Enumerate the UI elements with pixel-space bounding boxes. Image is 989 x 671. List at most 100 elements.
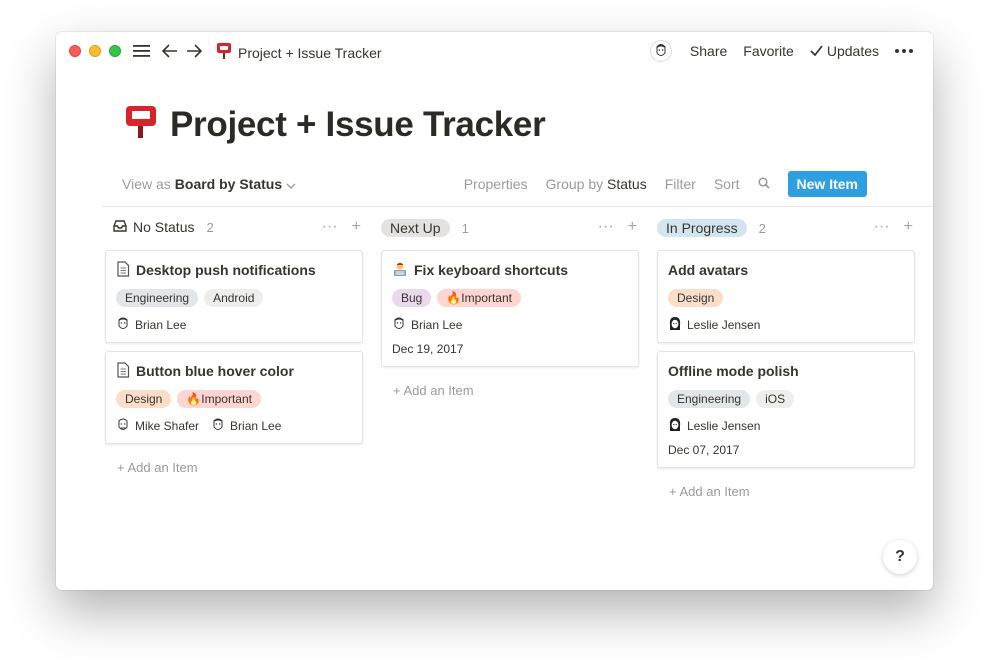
sort-button[interactable]: Sort bbox=[714, 176, 740, 192]
toolbar-divider bbox=[102, 206, 933, 207]
group-by-label: Group by bbox=[545, 176, 604, 192]
page-icon bbox=[116, 361, 130, 381]
filter-button[interactable]: Filter bbox=[665, 176, 696, 192]
tag-android: Android bbox=[204, 289, 264, 307]
share-button[interactable]: Share bbox=[690, 43, 727, 59]
tag-important: 🔥Important bbox=[437, 289, 521, 307]
more-options-icon[interactable] bbox=[895, 49, 913, 53]
column-name: No Status bbox=[133, 219, 195, 235]
column-name: In Progress bbox=[657, 219, 747, 237]
card-title: Add avatars bbox=[668, 262, 749, 278]
breadcrumb[interactable]: Project + Issue Tracker bbox=[216, 42, 382, 63]
tag-design: Design bbox=[116, 390, 172, 408]
column-count: 2 bbox=[758, 220, 766, 236]
card-title: Desktop push notifications bbox=[136, 262, 316, 278]
new-item-button[interactable]: New Item bbox=[787, 171, 867, 197]
avatar bbox=[668, 417, 682, 436]
column-count: 2 bbox=[206, 219, 214, 235]
card-title: Button blue hover color bbox=[136, 363, 294, 379]
updates-label: Updates bbox=[826, 43, 879, 59]
back-arrow-icon[interactable] bbox=[160, 41, 180, 61]
person-name: Leslie Jensen bbox=[687, 318, 761, 332]
person-name: Brian Lee bbox=[230, 419, 282, 433]
person: Mike Shafer bbox=[116, 417, 199, 436]
chevron-down-icon bbox=[286, 176, 296, 192]
plus-icon[interactable]: + bbox=[352, 218, 361, 236]
person-name: Brian Lee bbox=[411, 318, 463, 332]
person: Brian Lee bbox=[116, 316, 186, 335]
avatar bbox=[116, 417, 130, 436]
breadcrumb-title: Project + Issue Tracker bbox=[238, 44, 382, 61]
more-options-icon[interactable]: ··· bbox=[874, 218, 890, 236]
zoom-window-button[interactable] bbox=[109, 45, 121, 57]
add-item-button[interactable]: + Add an Item bbox=[393, 383, 474, 398]
add-item-button[interactable]: + Add an Item bbox=[669, 484, 750, 499]
updates-button[interactable]: Updates bbox=[810, 43, 879, 59]
user-avatar[interactable] bbox=[649, 40, 672, 62]
person-name: Leslie Jensen bbox=[687, 419, 761, 433]
more-options-icon[interactable]: ··· bbox=[322, 218, 338, 236]
tag-bug: Bug bbox=[392, 289, 432, 307]
board-card[interactable]: Fix keyboard shortcuts Bug 🔥Important Br… bbox=[381, 250, 639, 367]
board-card[interactable]: Desktop push notifications Engineering A… bbox=[105, 250, 363, 343]
page-title[interactable]: Project + Issue Tracker bbox=[170, 105, 546, 145]
avatar bbox=[116, 316, 130, 335]
view-as-label: View as bbox=[122, 176, 171, 192]
tag-engineering: Engineering bbox=[116, 289, 199, 307]
search-icon[interactable] bbox=[757, 176, 770, 192]
person: Brian Lee bbox=[392, 316, 462, 335]
person: Leslie Jensen bbox=[668, 316, 760, 335]
person: Leslie Jensen bbox=[668, 417, 760, 436]
favorite-button[interactable]: Favorite bbox=[743, 43, 794, 59]
checkmark-icon bbox=[810, 43, 823, 59]
minimize-window-button[interactable] bbox=[89, 45, 101, 57]
hamburger-menu-icon[interactable] bbox=[132, 41, 152, 61]
view-name: Board by Status bbox=[174, 176, 283, 192]
help-button[interactable]: ? bbox=[883, 540, 917, 574]
tag-engineering: Engineering bbox=[668, 390, 751, 408]
person-name: Mike Shafer bbox=[135, 419, 200, 433]
technologist-icon bbox=[392, 261, 408, 280]
column-header: No Status 2 ··· + bbox=[105, 218, 365, 240]
avatar bbox=[392, 316, 406, 335]
mailbox-icon bbox=[216, 42, 232, 63]
card-date: Dec 07, 2017 bbox=[668, 443, 740, 457]
board-card[interactable]: Offline mode polish Engineering iOS Lesl… bbox=[657, 351, 915, 468]
board-column-next-up: Next Up 1 ··· + Fix keyboard shortcuts B… bbox=[381, 218, 641, 398]
card-title: Fix keyboard shortcuts bbox=[414, 262, 569, 278]
person-name: Brian Lee bbox=[135, 318, 187, 332]
forward-arrow-icon[interactable] bbox=[184, 41, 204, 61]
tag-important: 🔥Important bbox=[177, 390, 261, 408]
inbox-icon bbox=[113, 219, 127, 235]
group-by-button[interactable]: Group by Status bbox=[546, 176, 647, 192]
board-column-no-status: No Status 2 ··· + Desktop push notificat… bbox=[105, 218, 365, 475]
add-item-button[interactable]: + Add an Item bbox=[117, 460, 198, 475]
board-card[interactable]: Button blue hover color Design 🔥Importan… bbox=[105, 351, 363, 444]
plus-icon[interactable]: + bbox=[628, 218, 637, 236]
view-switcher[interactable]: View as Board by Status bbox=[122, 176, 296, 192]
person: Brian Lee bbox=[211, 417, 281, 436]
view-toolbar: View as Board by Status Properties Group… bbox=[122, 171, 867, 197]
column-header: In Progress 2 ··· + bbox=[657, 218, 917, 240]
more-options-icon[interactable]: ··· bbox=[598, 218, 614, 236]
avatar bbox=[211, 417, 225, 436]
properties-button[interactable]: Properties bbox=[464, 176, 528, 192]
mailbox-icon[interactable] bbox=[124, 104, 158, 145]
app-window: Project + Issue Tracker Share Favorite U… bbox=[56, 32, 933, 590]
tag-design: Design bbox=[668, 289, 724, 307]
page-icon bbox=[116, 260, 130, 280]
tag-ios: iOS bbox=[756, 390, 795, 408]
title-bar: Project + Issue Tracker Share Favorite U… bbox=[56, 32, 933, 70]
plus-icon[interactable]: + bbox=[904, 218, 913, 236]
card-title: Offline mode polish bbox=[668, 363, 799, 379]
column-header: Next Up 1 ··· + bbox=[381, 218, 641, 240]
card-date: Dec 19, 2017 bbox=[392, 342, 464, 356]
column-name: Next Up bbox=[381, 219, 450, 237]
board-card[interactable]: Add avatars Design Leslie Jensen bbox=[657, 250, 915, 343]
page-header: Project + Issue Tracker bbox=[124, 104, 546, 145]
close-window-button[interactable] bbox=[69, 45, 81, 57]
avatar bbox=[668, 316, 682, 335]
group-by-value: Status bbox=[607, 176, 647, 192]
column-count: 1 bbox=[461, 220, 469, 236]
board-column-in-progress: In Progress 2 ··· + Add avatars Design L… bbox=[657, 218, 917, 499]
